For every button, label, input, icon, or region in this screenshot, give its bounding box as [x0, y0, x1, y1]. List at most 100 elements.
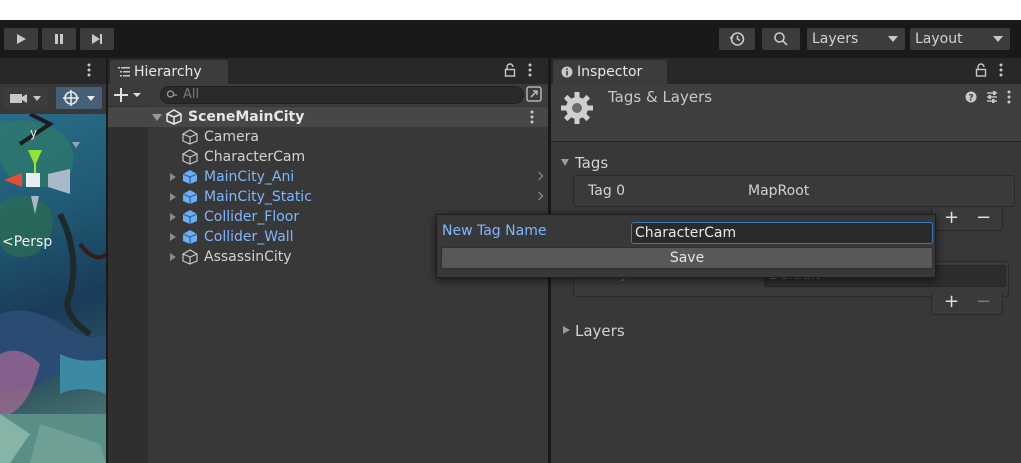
- list-icon: [118, 66, 130, 77]
- hierarchy-item-label: AssassinCity: [204, 249, 292, 265]
- layers-section-label: Layers: [575, 322, 625, 340]
- tags-list: Tag 0 MapRoot: [573, 175, 1015, 207]
- sorting-remove-button[interactable]: −: [976, 291, 991, 312]
- tags-section-label: Tags: [575, 154, 609, 172]
- inspector-tabbar: Inspector: [551, 58, 1021, 84]
- tab-inspector[interactable]: Inspector: [553, 60, 667, 84]
- inspector-header: Tags & Layers ?: [551, 84, 1021, 142]
- persp-label[interactable]: <Persp: [2, 234, 52, 250]
- window-top-strip: [0, 0, 1021, 20]
- new-tag-name-label: New Tag Name: [442, 223, 547, 239]
- plus-icon: [114, 88, 141, 102]
- expand-arrow-icon[interactable]: [170, 233, 176, 241]
- tags-remove-button[interactable]: −: [976, 207, 991, 228]
- camera-icon: [10, 94, 41, 103]
- hierarchy-item-maincity-ani[interactable]: MainCity_Ani: [108, 167, 548, 187]
- prefab-icon: [182, 189, 198, 205]
- search-placeholder: All: [183, 87, 200, 102]
- hierarchy-item-label: MainCity_Static: [204, 189, 312, 205]
- expand-arrow-icon[interactable]: [170, 213, 176, 221]
- search-button[interactable]: [762, 28, 800, 50]
- axis-y-label: y: [30, 126, 38, 140]
- save-button[interactable]: Save: [441, 247, 933, 269]
- scene-tabbar: [0, 58, 106, 84]
- gizmo-icon: [63, 90, 95, 106]
- prefab-icon: [182, 169, 198, 185]
- more-menu-icon[interactable]: [528, 63, 532, 77]
- info-icon: [561, 66, 573, 78]
- prefab-icon: [182, 209, 198, 225]
- tab-hierarchy[interactable]: Hierarchy: [110, 60, 228, 84]
- add-object-button[interactable]: [112, 85, 148, 105]
- sorting-add-button[interactable]: +: [944, 291, 959, 312]
- step-icon: [92, 34, 102, 44]
- scene-root-label: SceneMainCity: [188, 109, 305, 125]
- search-icon: [774, 32, 788, 46]
- tab-inspector-label: Inspector: [577, 64, 643, 80]
- lock-icon[interactable]: [975, 63, 987, 77]
- chevron-down-icon: [888, 36, 898, 42]
- expand-arrow-icon[interactable]: [170, 173, 176, 181]
- lock-icon[interactable]: [504, 63, 516, 77]
- new-tag-name-input[interactable]: [631, 222, 933, 244]
- expand-arrow-icon[interactable]: [170, 253, 176, 261]
- hierarchy-search-bar: All: [108, 84, 548, 106]
- hierarchy-tabbar: Hierarchy: [108, 58, 548, 84]
- history-icon: [729, 32, 745, 46]
- search-icon: [166, 89, 178, 101]
- scene-render: [0, 114, 106, 463]
- expand-arrow-icon: [561, 159, 569, 166]
- layout-dropdown-label: Layout: [915, 31, 963, 47]
- sorting-add-remove: + −: [931, 291, 1003, 315]
- hierarchy-item-label: Collider_Wall: [204, 229, 294, 245]
- svg-text:?: ?: [968, 94, 973, 104]
- scene-root-row[interactable]: SceneMainCity: [108, 107, 548, 127]
- tags-add-remove: + −: [931, 207, 1003, 231]
- main-toolbar: Layers Layout: [0, 20, 1021, 58]
- prefab-icon: [182, 229, 198, 245]
- gameobject-icon: [182, 249, 198, 265]
- pause-icon: [55, 34, 63, 44]
- unity-scene-icon: [166, 109, 182, 125]
- hierarchy-item-label: Collider_Floor: [204, 209, 300, 225]
- tag0-label: Tag 0: [588, 183, 626, 199]
- open-scene-icon[interactable]: [526, 86, 542, 102]
- layers-dropdown-label: Layers: [812, 31, 859, 47]
- expand-arrow-icon[interactable]: [152, 114, 162, 121]
- play-icon: [17, 34, 26, 44]
- tab-hierarchy-label: Hierarchy: [134, 64, 202, 80]
- tag0-value[interactable]: MapRoot: [748, 183, 809, 199]
- chevron-right-icon[interactable]: [534, 191, 544, 201]
- scene-viewport[interactable]: y <Persp: [0, 114, 106, 463]
- chevron-down-icon: [993, 36, 1003, 42]
- more-menu-icon[interactable]: [999, 63, 1003, 77]
- gizmo-toggle-button[interactable]: [56, 87, 102, 109]
- gameobject-icon: [182, 149, 198, 165]
- hierarchy-item-label: Camera: [204, 129, 259, 145]
- help-icon[interactable]: ?: [965, 91, 977, 103]
- expand-arrow-icon[interactable]: [170, 193, 176, 201]
- inspector-title: Tags & Layers: [608, 88, 713, 106]
- more-menu-icon[interactable]: [530, 110, 534, 124]
- hierarchy-item-charactercam[interactable]: CharacterCam: [108, 147, 548, 167]
- gameobject-icon: [182, 129, 198, 145]
- hierarchy-item-label: MainCity_Ani: [204, 169, 295, 185]
- hierarchy-item-maincity-static[interactable]: MainCity_Static: [108, 187, 548, 207]
- step-button[interactable]: [80, 28, 114, 50]
- pause-button[interactable]: [42, 28, 76, 50]
- more-menu-icon[interactable]: [1007, 90, 1011, 104]
- layers-dropdown[interactable]: Layers: [807, 28, 905, 50]
- tags-add-button[interactable]: +: [944, 207, 959, 228]
- history-button[interactable]: [719, 28, 755, 50]
- camera-mode-button[interactable]: [4, 88, 48, 108]
- presets-icon[interactable]: [985, 90, 999, 104]
- gear-icon: [559, 90, 595, 126]
- more-menu-icon[interactable]: [84, 61, 94, 79]
- hierarchy-item-camera[interactable]: Camera: [108, 127, 548, 147]
- layout-dropdown[interactable]: Layout: [910, 28, 1010, 50]
- scene-toolbar: [0, 84, 106, 114]
- play-button[interactable]: [4, 28, 38, 50]
- chevron-right-icon[interactable]: [534, 171, 544, 181]
- hierarchy-item-label: CharacterCam: [204, 149, 306, 165]
- hierarchy-search-input[interactable]: All: [160, 86, 524, 104]
